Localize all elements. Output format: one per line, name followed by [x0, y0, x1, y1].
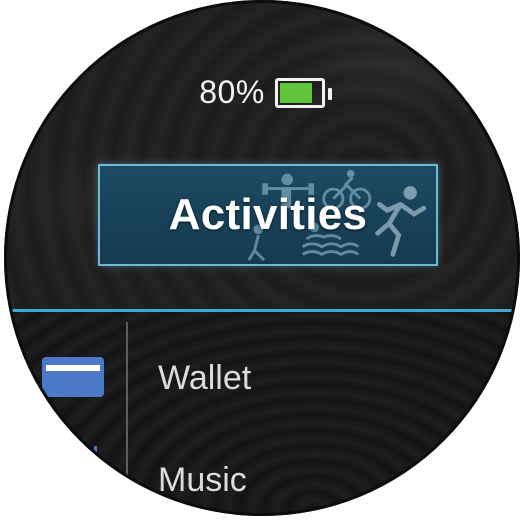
battery-icon [274, 77, 332, 108]
menu-vertical-line [126, 322, 128, 516]
activities-button[interactable]: Activities [98, 164, 438, 266]
activities-label: Activities [168, 190, 368, 239]
wallet-card-icon [42, 357, 104, 397]
music-icon [94, 446, 97, 454]
background-texture [4, 310, 520, 516]
menu-item-music[interactable]: Music [158, 461, 247, 500]
battery-fill [279, 82, 312, 103]
battery-percent: 80% [199, 74, 265, 110]
battery-status: 80% [4, 74, 520, 111]
section-divider [4, 309, 520, 312]
watch-face: 80% Activities Wallet Music [4, 0, 520, 516]
running-icon [375, 186, 427, 257]
menu-item-wallet[interactable]: Wallet [158, 359, 251, 398]
